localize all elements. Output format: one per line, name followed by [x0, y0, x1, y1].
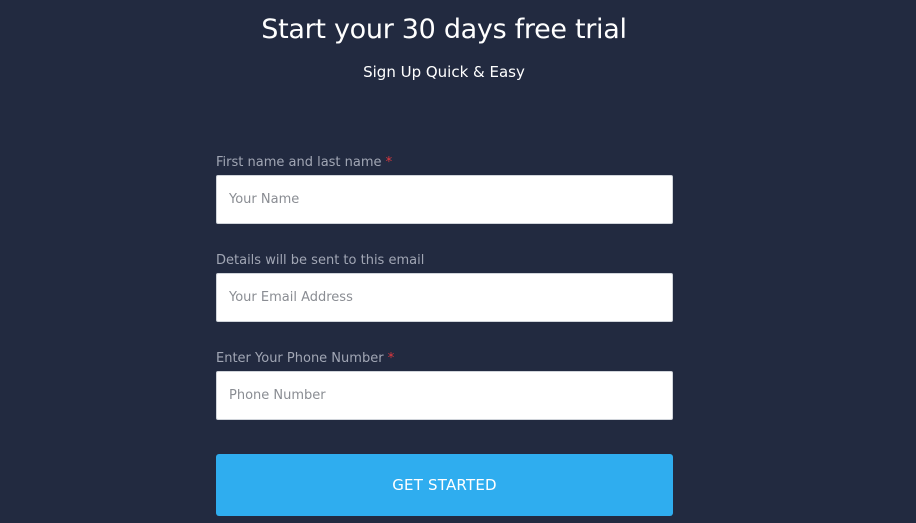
phone-label: Enter Your Phone Number * — [216, 350, 673, 369]
required-marker: * — [387, 351, 395, 366]
phone-label-text: Enter Your Phone Number — [216, 351, 384, 366]
page-subtitle: Sign Up Quick & Easy — [363, 63, 525, 81]
name-field-group: First name and last name * — [216, 154, 673, 224]
name-label-text: First name and last name — [216, 155, 382, 170]
phone-input[interactable] — [216, 371, 673, 420]
name-label: First name and last name * — [216, 154, 673, 173]
page-title: Start your 30 days free trial — [261, 14, 627, 45]
get-started-button[interactable]: GET STARTED — [216, 454, 673, 516]
email-field-group: Details will be sent to this email — [216, 252, 673, 322]
required-marker: * — [385, 155, 393, 170]
email-label-text: Details will be sent to this email — [216, 253, 425, 268]
email-input[interactable] — [216, 273, 673, 322]
phone-field-group: Enter Your Phone Number * — [216, 350, 673, 420]
email-label: Details will be sent to this email — [216, 252, 673, 271]
signup-form: First name and last name * Details will … — [216, 154, 673, 516]
signup-page: Start your 30 days free trial Sign Up Qu… — [0, 0, 916, 523]
name-input[interactable] — [216, 175, 673, 224]
